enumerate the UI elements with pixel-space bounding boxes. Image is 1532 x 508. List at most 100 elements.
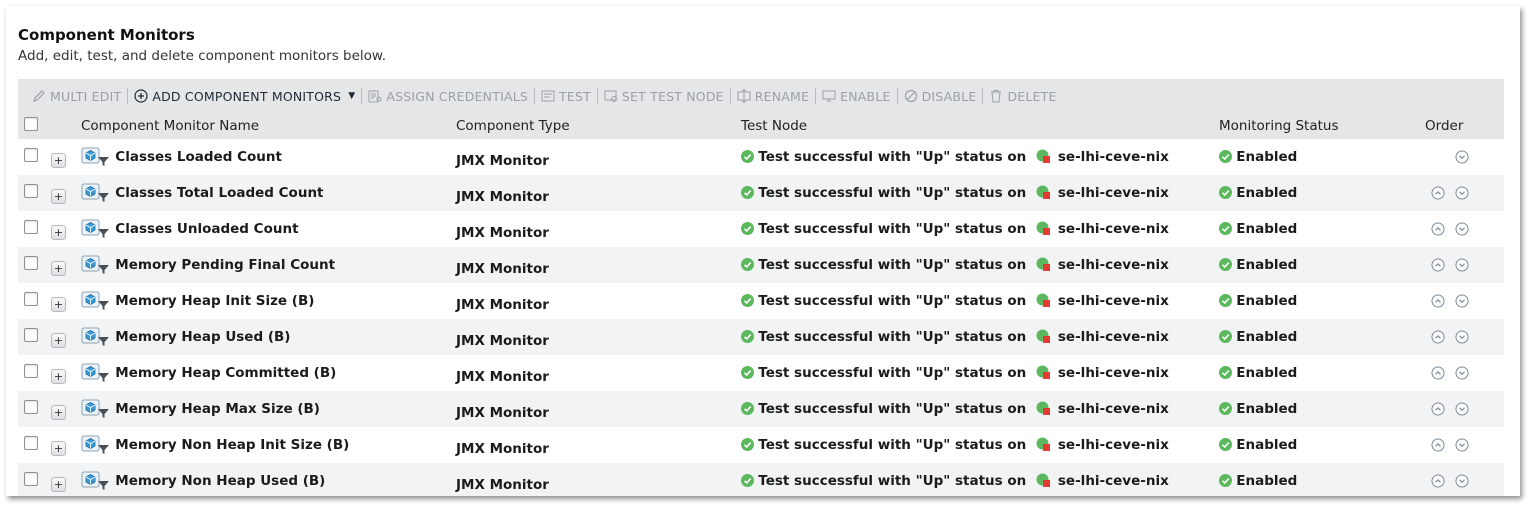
test-node-link[interactable]: se-lhi-ceve-nix — [1058, 221, 1169, 237]
assign-credentials-button[interactable]: ASSIGN CREDENTIALS — [362, 89, 534, 104]
test-node-link[interactable]: se-lhi-ceve-nix — [1058, 257, 1169, 273]
move-up-icon[interactable] — [1431, 186, 1445, 200]
check-circle-icon — [741, 366, 754, 379]
node-status-icon — [1036, 293, 1050, 307]
move-up-icon[interactable] — [1431, 330, 1445, 344]
move-up-icon[interactable] — [1431, 438, 1445, 452]
disable-button[interactable]: DISABLE — [898, 89, 983, 104]
monitor-name[interactable]: Memory Non Heap Init Size (B) — [115, 437, 349, 453]
test-node-link[interactable]: se-lhi-ceve-nix — [1058, 149, 1169, 165]
expand-button[interactable]: + — [51, 297, 66, 312]
column-header-test-node[interactable]: Test Node — [741, 113, 1219, 139]
trash-icon — [989, 89, 1003, 103]
test-node-link[interactable]: se-lhi-ceve-nix — [1058, 293, 1169, 309]
move-down-icon[interactable] — [1455, 366, 1469, 380]
row-checkbox[interactable] — [24, 472, 38, 486]
row-checkbox[interactable] — [24, 220, 38, 234]
move-down-icon[interactable] — [1455, 402, 1469, 416]
test-button[interactable]: TEST — [535, 89, 597, 104]
expand-button[interactable]: + — [51, 405, 66, 420]
move-down-icon[interactable] — [1455, 294, 1469, 308]
monitor-name[interactable]: Memory Pending Final Count — [115, 257, 335, 273]
monitor-name[interactable]: Memory Heap Max Size (B) — [115, 401, 320, 417]
table-row[interactable]: + Classes Loaded Count JMX Monitor Test … — [18, 139, 1504, 175]
monitor-name[interactable]: Memory Heap Init Size (B) — [115, 293, 314, 309]
test-node-link[interactable]: se-lhi-ceve-nix — [1058, 473, 1169, 489]
expand-button[interactable]: + — [51, 261, 66, 276]
monitor-name[interactable]: Classes Total Loaded Count — [115, 185, 323, 201]
monitor-name[interactable]: Memory Heap Used (B) — [115, 329, 290, 345]
table-row[interactable]: + Classes Total Loaded Count JMX Monitor… — [18, 175, 1504, 211]
expand-button[interactable]: + — [51, 225, 66, 240]
enable-button[interactable]: ENABLE — [816, 89, 896, 104]
move-down-icon[interactable] — [1455, 438, 1469, 452]
move-up-icon[interactable] — [1431, 258, 1445, 272]
component-monitor-icon — [81, 219, 111, 239]
monitor-name[interactable]: Classes Unloaded Count — [115, 221, 298, 237]
column-header-type[interactable]: Component Type — [456, 113, 741, 139]
test-node-link[interactable]: se-lhi-ceve-nix — [1058, 401, 1169, 417]
expand-button[interactable]: + — [51, 333, 66, 348]
add-component-monitors-label: ADD COMPONENT MONITORS — [152, 88, 342, 104]
table-row[interactable]: + Classes Unloaded Count JMX Monitor Tes… — [18, 211, 1504, 247]
row-checkbox[interactable] — [24, 256, 38, 270]
row-checkbox[interactable] — [24, 148, 38, 162]
move-down-icon[interactable] — [1455, 258, 1469, 272]
test-icon — [541, 89, 555, 103]
monitoring-status: Enabled — [1236, 329, 1298, 345]
rename-button[interactable]: RENAME — [731, 89, 815, 104]
add-component-monitors-button[interactable]: ADD COMPONENT MONITORS ▼ — [128, 89, 361, 104]
move-down-icon[interactable] — [1455, 474, 1469, 488]
row-checkbox[interactable] — [24, 184, 38, 198]
monitor-name[interactable]: Memory Non Heap Used (B) — [115, 473, 325, 489]
test-node-link[interactable]: se-lhi-ceve-nix — [1058, 365, 1169, 381]
column-header-name[interactable]: Component Monitor Name — [81, 113, 456, 139]
table-row[interactable]: + Memory Non Heap Used (B) JMX Monitor T… — [18, 463, 1504, 496]
table-row[interactable]: + Memory Pending Final Count JMX Monitor… — [18, 247, 1504, 283]
row-checkbox[interactable] — [24, 364, 38, 378]
expand-button[interactable]: + — [51, 441, 66, 456]
row-checkbox[interactable] — [24, 436, 38, 450]
table-row[interactable]: + Memory Heap Used (B) JMX Monitor Test … — [18, 319, 1504, 355]
test-node-link[interactable]: se-lhi-ceve-nix — [1058, 329, 1169, 345]
monitoring-status: Enabled — [1236, 401, 1298, 417]
select-all-checkbox[interactable] — [24, 117, 38, 131]
check-circle-icon — [741, 330, 754, 343]
row-checkbox[interactable] — [24, 400, 38, 414]
component-type: JMX Monitor — [456, 189, 549, 205]
expand-button[interactable]: + — [51, 477, 66, 492]
monitor-name[interactable]: Memory Heap Committed (B) — [115, 365, 336, 381]
move-down-icon[interactable] — [1455, 186, 1469, 200]
table-row[interactable]: + Memory Non Heap Init Size (B) JMX Moni… — [18, 427, 1504, 463]
table-row[interactable]: + Memory Heap Committed (B) JMX Monitor … — [18, 355, 1504, 391]
column-header-status[interactable]: Monitoring Status — [1219, 113, 1425, 139]
set-test-node-button[interactable]: SET TEST NODE — [598, 89, 730, 104]
test-node-link[interactable]: se-lhi-ceve-nix — [1058, 437, 1169, 453]
move-down-icon[interactable] — [1455, 150, 1469, 164]
component-type: JMX Monitor — [456, 225, 549, 241]
check-circle-icon — [741, 186, 754, 199]
move-up-icon[interactable] — [1431, 402, 1445, 416]
move-up-icon[interactable] — [1431, 366, 1445, 380]
expand-button[interactable]: + — [51, 369, 66, 384]
monitor-name[interactable]: Classes Loaded Count — [115, 149, 282, 165]
row-checkbox[interactable] — [24, 328, 38, 342]
delete-button[interactable]: DELETE — [983, 89, 1062, 104]
disable-icon — [904, 89, 918, 103]
move-down-icon[interactable] — [1455, 330, 1469, 344]
row-checkbox[interactable] — [24, 292, 38, 306]
monitors-table: Component Monitor Name Component Type Te… — [18, 113, 1504, 496]
check-circle-icon — [741, 474, 754, 487]
multi-edit-button[interactable]: MULTI EDIT — [26, 89, 127, 104]
component-type: JMX Monitor — [456, 297, 549, 313]
expand-button[interactable]: + — [51, 153, 66, 168]
table-row[interactable]: + Memory Heap Max Size (B) JMX Monitor T… — [18, 391, 1504, 427]
test-node-link[interactable]: se-lhi-ceve-nix — [1058, 185, 1169, 201]
table-row[interactable]: + Memory Heap Init Size (B) JMX Monitor … — [18, 283, 1504, 319]
move-up-icon[interactable] — [1431, 474, 1445, 488]
move-up-icon[interactable] — [1431, 222, 1445, 236]
move-down-icon[interactable] — [1455, 222, 1469, 236]
table-body: + Classes Loaded Count JMX Monitor Test … — [18, 139, 1504, 496]
move-up-icon[interactable] — [1431, 294, 1445, 308]
expand-button[interactable]: + — [51, 189, 66, 204]
